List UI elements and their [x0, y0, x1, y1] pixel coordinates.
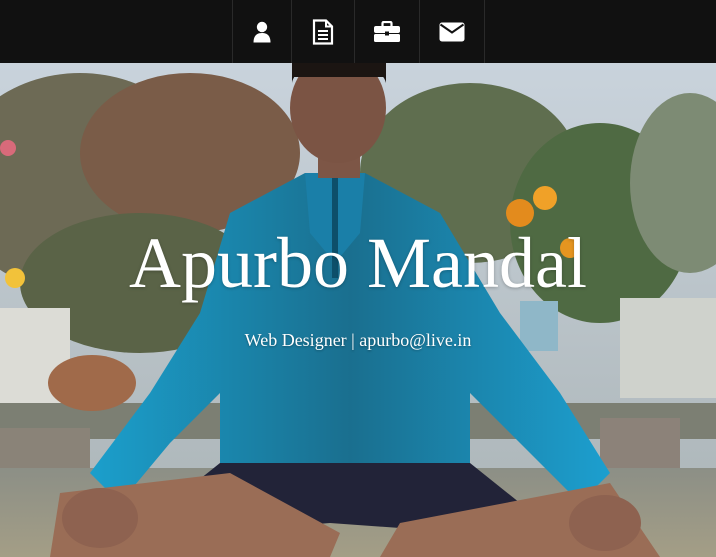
nav-menu — [231, 0, 485, 63]
nav-item-about[interactable] — [231, 0, 291, 63]
hero-name-title: Apurbo Mandal — [129, 223, 587, 303]
nav-item-contact[interactable] — [418, 0, 485, 63]
hero-subtitle: Web Designer | apurbo@live.in — [244, 330, 472, 350]
document-icon — [312, 18, 333, 45]
nav-item-resume[interactable] — [290, 0, 354, 63]
envelope-icon — [439, 22, 464, 41]
briefcase-icon — [373, 20, 400, 42]
top-navbar — [0, 0, 716, 63]
hero-section: Apurbo Mandal Web Designer | apurbo@live… — [0, 63, 716, 557]
nav-item-portfolio[interactable] — [353, 0, 419, 63]
hero-background-photo — [0, 63, 716, 557]
user-icon — [253, 21, 270, 42]
